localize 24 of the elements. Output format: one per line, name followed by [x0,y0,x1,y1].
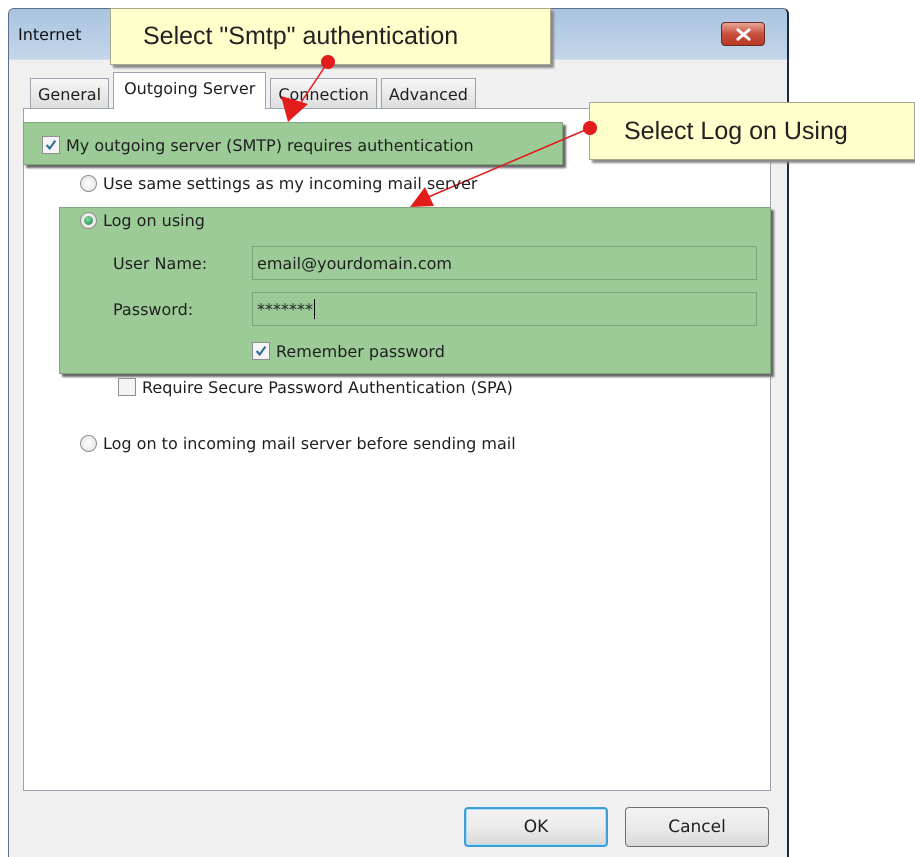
password-field[interactable]: ******* [252,292,757,326]
dialog-button[interactable]: Cancel [625,807,769,847]
callout-note: Select "Smtp" authentication [110,8,551,65]
checkbox-label: My outgoing server (SMTP) requires authentication [66,136,474,154]
radio-label: Log on to incoming mail server before sending mail [103,434,516,452]
tab[interactable]: General [30,78,110,109]
checkbox-label: Remember password [276,342,445,360]
field-label: User Name: [113,254,208,272]
dialog-button[interactable]: OK [464,807,608,847]
checkbox[interactable] [118,378,136,396]
callout-note: Select Log on Using [589,102,915,160]
radio-button[interactable] [80,434,97,452]
input-field[interactable]: email@yourdomain.com [252,246,757,280]
close-icon [734,28,752,40]
tab[interactable]: Advanced [380,78,476,109]
radio-button[interactable] [80,174,97,192]
field-label: Password: [113,300,194,318]
checkbox[interactable] [42,136,60,154]
checkbox-label: Require Secure Password Authentication (SPA) [142,378,513,396]
checkbox[interactable] [252,342,270,360]
radio-label: Log on using [103,210,205,230]
window-title: Internet [18,24,82,44]
tab[interactable]: Outgoing Server [113,72,266,109]
close-button[interactable] [721,22,765,46]
